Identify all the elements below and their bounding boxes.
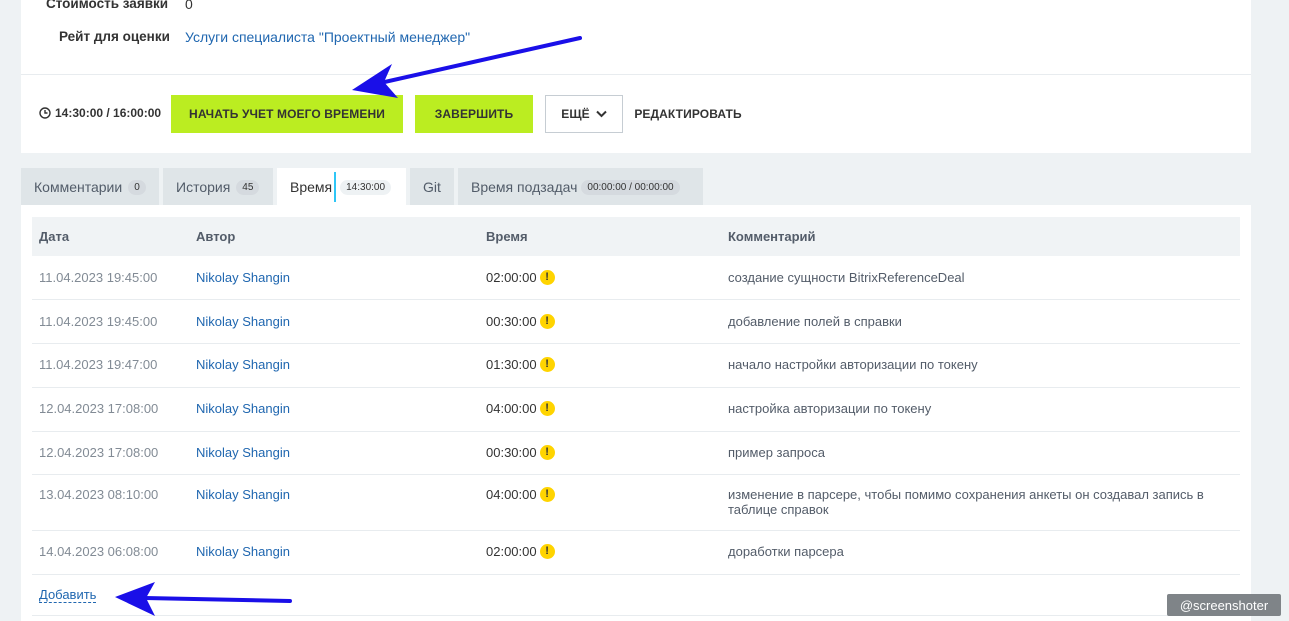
table-header: Дата Автор Время Комментарий <box>32 217 1240 256</box>
row-time-value: 04:00:00 <box>486 401 537 416</box>
tab-time[interactable]: Время 14:30:00 <box>277 168 406 206</box>
cost-value: 0 <box>185 0 193 12</box>
row-author-link[interactable]: Nikolay Shangin <box>196 445 290 460</box>
row-comment: добавление полей в справки <box>728 314 902 329</box>
tab-label: Git <box>423 179 441 195</box>
tab-label: Время подзадач <box>471 179 578 195</box>
divider <box>21 74 1251 75</box>
annotation-arrow-top <box>352 36 582 98</box>
row-time: 02:00:00! <box>486 544 555 559</box>
annotation-arrow-bottom <box>115 582 292 616</box>
warning-icon[interactable]: ! <box>539 401 555 416</box>
table-row: 11.04.2023 19:45:00 Nikolay Shangin 00:3… <box>32 300 1240 344</box>
warning-icon[interactable]: ! <box>539 445 555 460</box>
row-time-value: 02:00:00 <box>486 270 537 285</box>
row-time-value: 04:00:00 <box>486 487 537 502</box>
tab-label: История <box>176 179 231 195</box>
row-time-value: 00:30:00 <box>486 314 537 329</box>
warning-icon[interactable]: ! <box>539 357 555 372</box>
row-author-link[interactable]: Nikolay Shangin <box>196 357 290 372</box>
start-time-tracking-button[interactable]: НАЧАТЬ УЧЕТ МОЕГО ВРЕМЕНИ <box>171 95 403 133</box>
row-comment: изменение в парсере, чтобы помимо сохран… <box>728 487 1204 517</box>
warning-icon[interactable]: ! <box>539 544 555 559</box>
row-time: 00:30:00! <box>486 314 555 329</box>
header-author: Автор <box>196 229 236 244</box>
row-comment: пример запроса <box>728 445 825 460</box>
header-time: Время <box>486 229 528 244</box>
tab-badge: 00:00:00 / 00:00:00 <box>581 179 680 195</box>
cost-label: Стоимость заявки <box>46 0 169 11</box>
warning-icon[interactable]: ! <box>539 314 555 329</box>
row-comment: доработки парсера <box>728 544 844 559</box>
chevron-down-icon <box>596 110 607 118</box>
more-label: ЕЩЁ <box>561 107 590 121</box>
active-tab-marker <box>334 172 337 202</box>
tab-badge: 14:30:00 <box>340 179 392 195</box>
tab-badge: 0 <box>128 179 146 195</box>
timer-text: 14:30:00 / 16:00:00 <box>55 106 162 120</box>
table-row: 13.04.2023 08:10:00 Nikolay Shangin 04:0… <box>32 475 1240 531</box>
table-row: 11.04.2023 19:47:00 Nikolay Shangin 01:3… <box>32 344 1240 388</box>
tab-history[interactable]: История 45 <box>163 168 273 206</box>
row-author-link[interactable]: Nikolay Shangin <box>196 314 290 329</box>
row-time-value: 02:00:00 <box>486 544 537 559</box>
add-time-link[interactable]: Добавить <box>39 588 97 603</box>
table-row: 11.04.2023 19:45:00 Nikolay Shangin 02:0… <box>32 256 1240 300</box>
row-date: 11.04.2023 19:47:00 <box>39 357 158 372</box>
tab-comments[interactable]: Комментарии 0 <box>21 168 159 206</box>
warning-icon[interactable]: ! <box>539 270 555 285</box>
row-time: 04:00:00! <box>486 487 555 502</box>
header-date: Дата <box>39 229 70 244</box>
tab-label: Время <box>290 179 333 195</box>
row-comment: начало настройки авторизации по токену <box>728 357 978 372</box>
row-author-link[interactable]: Nikolay Shangin <box>196 487 290 502</box>
timer: 14:30:00 / 16:00:00 <box>39 106 161 120</box>
row-comment: создание сущности BitrixReferenceDeal <box>728 270 965 285</box>
row-author-link[interactable]: Nikolay Shangin <box>196 270 290 285</box>
tab-badge: 45 <box>236 179 260 195</box>
clock-icon <box>39 107 51 119</box>
more-button[interactable]: ЕЩЁ <box>545 95 623 133</box>
tab-subtask-time[interactable]: Время подзадач 00:00:00 / 00:00:00 <box>458 168 703 206</box>
warning-icon[interactable]: ! <box>539 487 555 502</box>
table-row: 12.04.2023 17:08:00 Nikolay Shangin 04:0… <box>32 388 1240 432</box>
edit-button[interactable]: РЕДАКТИРОВАТЬ <box>633 95 743 133</box>
table-row: 12.04.2023 17:08:00 Nikolay Shangin 00:3… <box>32 432 1240 475</box>
row-time-value: 00:30:00 <box>486 445 537 460</box>
row-time-value: 01:30:00 <box>486 357 537 372</box>
row-date: 11.04.2023 19:45:00 <box>39 314 158 329</box>
finish-button[interactable]: ЗАВЕРШИТЬ <box>415 95 533 133</box>
row-date: 12.04.2023 17:08:00 <box>39 445 159 460</box>
header-comment: Комментарий <box>728 229 816 244</box>
tab-git[interactable]: Git <box>410 168 454 206</box>
row-time: 04:00:00! <box>486 401 555 416</box>
row-comment: настройка авторизации по токену <box>728 401 932 416</box>
row-time: 01:30:00! <box>486 357 555 372</box>
time-table-card: Дата Автор Время Комментарий 11.04.2023 … <box>21 205 1251 621</box>
task-details-card: Стоимость заявки 0 Рейт для оценки Услуг… <box>21 0 1251 153</box>
table-row: 14.04.2023 06:08:00 Nikolay Shangin 02:0… <box>32 531 1240 575</box>
row-author-link[interactable]: Nikolay Shangin <box>196 401 290 416</box>
row-author-link[interactable]: Nikolay Shangin <box>196 544 290 559</box>
row-date: 13.04.2023 08:10:00 <box>39 487 159 502</box>
row-date: 14.04.2023 06:08:00 <box>39 544 159 559</box>
screenshoter-watermark: @screenshoter <box>1167 594 1281 616</box>
row-time: 02:00:00! <box>486 270 555 285</box>
rate-label: Рейт для оценки <box>59 29 170 44</box>
row-time: 00:30:00! <box>486 445 555 460</box>
row-date: 12.04.2023 17:08:00 <box>39 401 159 416</box>
row-date: 11.04.2023 19:45:00 <box>39 270 158 285</box>
tab-label: Комментарии <box>34 179 123 195</box>
